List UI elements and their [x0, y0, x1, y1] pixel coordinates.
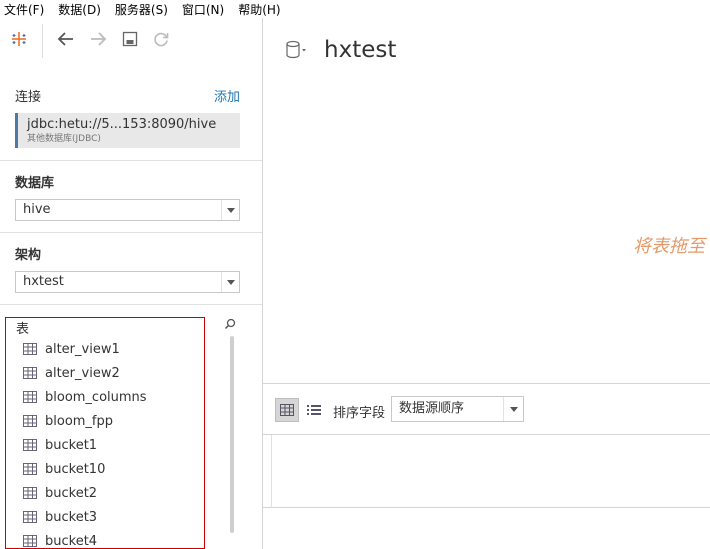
table-grid-icon [23, 535, 37, 547]
table-name: bucket1 [45, 437, 98, 453]
connection-type: 其他数据库(JDBC) [27, 134, 101, 144]
toolbar [0, 18, 262, 62]
table-grid-icon [23, 415, 37, 427]
table-name: alter_view1 [45, 341, 120, 357]
table-grid-icon [23, 487, 37, 499]
back-arrow-icon[interactable] [55, 28, 77, 50]
table-name: alter_view2 [45, 365, 120, 381]
drop-tables-hint: 将表拖至 [633, 236, 705, 257]
chevron-down-icon[interactable] [221, 200, 239, 220]
data-source-title[interactable]: hxtest [324, 37, 396, 63]
tables-scrollbar[interactable] [230, 336, 234, 533]
divider [0, 160, 262, 161]
menu-file[interactable]: 文件(F) [0, 1, 48, 18]
table-name: bucket3 [45, 509, 98, 525]
table-item[interactable]: alter_view2 [23, 363, 120, 383]
sort-fields-label: 排序字段 [333, 406, 386, 421]
table-grid-icon [23, 511, 37, 523]
list-view-icon[interactable] [302, 398, 326, 422]
table-name: bloom_columns [45, 389, 147, 405]
tables-panel: 表 alter_view1 alter_view2 bloom_columns … [5, 317, 205, 549]
add-connection-link[interactable]: 添加 [214, 86, 240, 105]
menu-data[interactable]: 数据(D) [54, 1, 105, 18]
table-item[interactable]: bloom_fpp [23, 411, 113, 431]
divider [0, 232, 262, 233]
database-selected-value: hive [23, 202, 51, 217]
table-item[interactable]: bucket10 [23, 459, 105, 479]
table-grid-icon [23, 391, 37, 403]
menu-window[interactable]: 窗口(N) [178, 1, 228, 18]
table-grid-icon [23, 367, 37, 379]
menu-bar: 文件(F) 数据(D) 服务器(S) 窗口(N) 帮助(H) [0, 0, 710, 18]
database-label: 数据库 [15, 176, 55, 191]
database-select[interactable]: hive [15, 199, 240, 221]
grid-toolbar: 排序字段 数据源顺序 [263, 383, 710, 435]
tables-label: 表 [16, 322, 30, 337]
forward-arrow-icon[interactable] [87, 28, 109, 50]
table-item[interactable]: bloom_columns [23, 387, 147, 407]
search-icon[interactable] [224, 318, 236, 334]
chevron-down-icon[interactable] [221, 272, 239, 292]
connection-name: jdbc:hetu://5...153:8090/hive [27, 117, 217, 132]
table-grid-icon [23, 463, 37, 475]
menu-server[interactable]: 服务器(S) [111, 1, 172, 18]
preview-divider [271, 435, 272, 508]
table-name: bloom_fpp [45, 413, 114, 429]
database-cylinder-icon[interactable] [285, 40, 307, 64]
table-item[interactable]: bucket2 [23, 483, 97, 503]
grid-view-icon[interactable] [275, 398, 299, 422]
menu-help[interactable]: 帮助(H) [234, 1, 284, 18]
save-icon[interactable] [119, 28, 141, 50]
sort-fields-select[interactable]: 数据源顺序 [391, 396, 524, 422]
table-grid-icon [23, 343, 37, 355]
table-item[interactable]: bucket3 [23, 507, 97, 527]
data-source-canvas: hxtest 将表拖至 排序字段 数据源顺序 [263, 18, 710, 549]
tableau-logo-icon[interactable] [8, 28, 30, 50]
table-name: bucket10 [45, 461, 106, 477]
schema-label: 架构 [15, 248, 42, 263]
table-grid-icon [23, 439, 37, 451]
chevron-down-icon[interactable] [503, 397, 523, 421]
sort-fields-selected-value: 数据源顺序 [399, 401, 465, 416]
table-name: bucket2 [45, 485, 98, 501]
table-item[interactable]: bucket4 [23, 531, 98, 549]
schema-select[interactable]: hxtest [15, 271, 240, 293]
table-name: bucket4 [45, 533, 98, 549]
data-preview-area [263, 435, 710, 508]
refresh-icon[interactable] [150, 28, 172, 50]
schema-selected-value: hxtest [23, 274, 64, 289]
divider [0, 304, 262, 305]
data-source-sidebar: 连接 添加 jdbc:hetu://5...153:8090/hive 其他数据… [0, 18, 263, 549]
connection-item[interactable]: jdbc:hetu://5...153:8090/hive 其他数据库(JDBC… [15, 113, 240, 148]
toolbar-separator [42, 24, 43, 58]
connections-label: 连接 [15, 90, 42, 105]
table-item[interactable]: bucket1 [23, 435, 97, 455]
table-item[interactable]: alter_view1 [23, 339, 120, 359]
